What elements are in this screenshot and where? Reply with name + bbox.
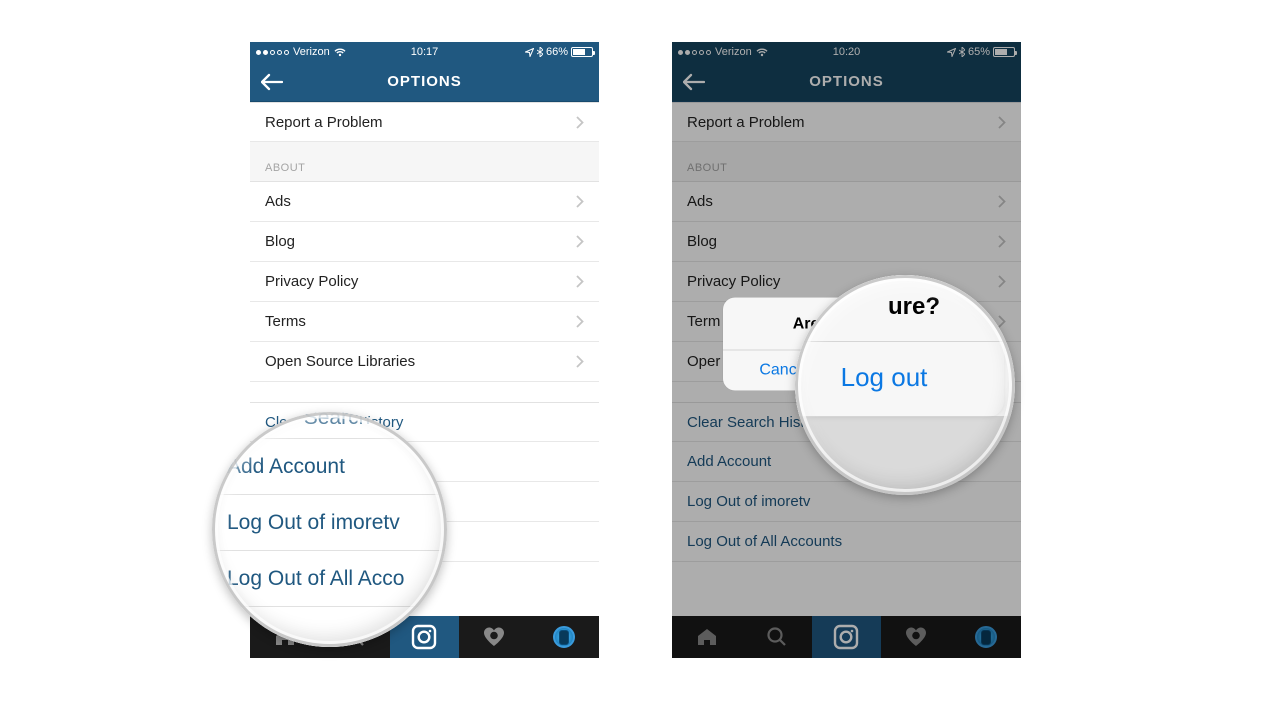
row-open-source[interactable]: Open Source Libraries bbox=[250, 342, 599, 382]
magnifier-callout-1: Search Add Account Log Out of imoretv Lo… bbox=[212, 412, 447, 647]
tab-activity[interactable] bbox=[459, 616, 529, 658]
row-privacy[interactable]: Privacy Policy bbox=[250, 262, 599, 302]
chevron-right-icon bbox=[576, 235, 584, 248]
chevron-right-icon bbox=[576, 355, 584, 368]
nav-bar: OPTIONS bbox=[250, 62, 599, 102]
tab-profile[interactable] bbox=[529, 616, 599, 658]
row-logout-user[interactable]: Log Out of imoretv bbox=[212, 495, 447, 551]
row-logout-all[interactable]: Log Out of All Acco bbox=[212, 551, 447, 607]
signal-strength-icon bbox=[256, 50, 289, 55]
carrier-label: Verizon bbox=[293, 46, 330, 58]
profile-avatar-icon bbox=[553, 626, 575, 648]
alert-logout-button[interactable]: Log out bbox=[795, 342, 1004, 417]
section-header-about: ABOUT bbox=[250, 142, 599, 182]
row-label-fragment: Search bbox=[212, 412, 447, 439]
row-terms[interactable]: Terms bbox=[250, 302, 599, 342]
row-label: Report a Problem bbox=[265, 114, 383, 131]
activity-icon bbox=[482, 626, 506, 648]
alert-title-fragment: ure? bbox=[795, 275, 1004, 342]
row-label: Terms bbox=[265, 313, 306, 330]
chevron-right-icon bbox=[576, 116, 584, 129]
back-button[interactable] bbox=[260, 70, 284, 94]
row-label: Ads bbox=[265, 193, 291, 210]
row-label: Open Source Libraries bbox=[265, 353, 415, 370]
row-ads[interactable]: Ads bbox=[250, 182, 599, 222]
row-add-account[interactable]: Add Account bbox=[212, 439, 447, 495]
chevron-right-icon bbox=[576, 275, 584, 288]
battery-icon bbox=[571, 47, 593, 57]
row-blog[interactable]: Blog bbox=[250, 222, 599, 262]
row-report-problem[interactable]: Report a Problem bbox=[250, 102, 599, 142]
status-bar: Verizon 10:17 66% bbox=[250, 42, 599, 62]
row-label: Privacy Policy bbox=[265, 273, 358, 290]
chevron-right-icon bbox=[576, 315, 584, 328]
nav-title: OPTIONS bbox=[387, 73, 462, 90]
row-label: Blog bbox=[265, 233, 295, 250]
chevron-right-icon bbox=[576, 195, 584, 208]
battery-percent: 66% bbox=[546, 46, 568, 58]
wifi-icon bbox=[334, 48, 346, 57]
magnifier-callout-2: ure? Log out bbox=[795, 275, 1015, 495]
bluetooth-icon bbox=[537, 47, 543, 57]
location-icon bbox=[525, 48, 534, 57]
